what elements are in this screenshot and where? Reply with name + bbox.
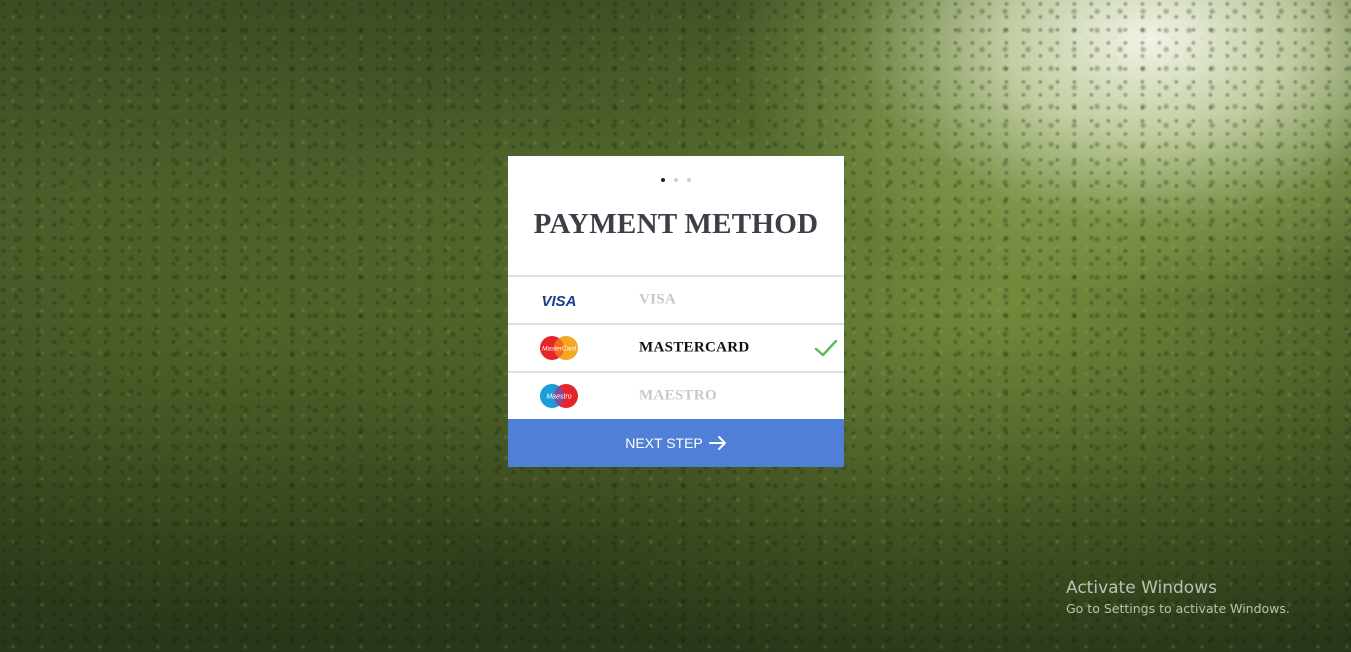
next-step-label: NEXT STEP (625, 435, 703, 451)
activate-windows-watermark: Activate Windows Go to Settings to activ… (1066, 577, 1290, 619)
payment-option-mastercard[interactable]: MasterCard MASTERCARD (508, 323, 844, 371)
visa-logo: VISA (541, 293, 577, 310)
watermark-title: Activate Windows (1066, 578, 1217, 598)
payment-option-maestro[interactable]: Maestro MAESTRO (508, 371, 844, 421)
step-dot-3[interactable] (687, 178, 691, 182)
step-dot-2[interactable] (674, 178, 678, 182)
next-step-button[interactable]: NEXT STEP (508, 419, 844, 467)
mastercard-logo: MasterCard (540, 336, 578, 360)
visa-logo-text: VISA (541, 293, 576, 310)
maestro-logo: Maestro (540, 384, 578, 408)
option-label-maestro: MAESTRO (639, 387, 717, 404)
check-icon (814, 339, 838, 357)
payment-card: PAYMENT METHOD VISA VISA MasterCard MAST… (508, 156, 844, 467)
step-indicator (508, 178, 844, 184)
page-title: PAYMENT METHOD (533, 208, 819, 240)
option-label-visa: VISA (639, 291, 677, 308)
mastercard-logo-text: MasterCard (542, 346, 576, 353)
payment-options-list: VISA VISA MasterCard MASTERCARD Maestro (508, 275, 844, 421)
maestro-logo-text: Maestro (546, 394, 571, 401)
watermark-subtitle: Go to Settings to activate Windows. (1066, 601, 1290, 616)
payment-option-visa[interactable]: VISA VISA (508, 275, 844, 323)
option-label-mastercard: MASTERCARD (639, 339, 750, 356)
arrow-right-icon (708, 436, 726, 450)
step-dot-1[interactable] (661, 178, 665, 182)
